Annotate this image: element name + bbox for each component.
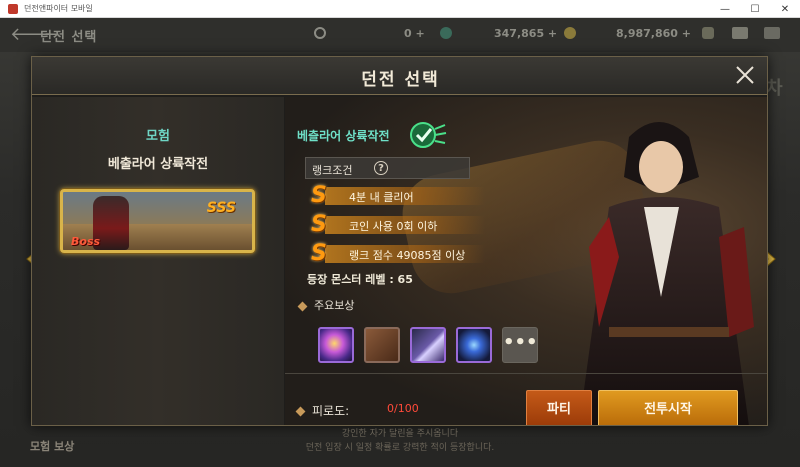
- condition-text: 랭크 점수 49085점 이상: [349, 249, 466, 262]
- selected-dungeon-name: 베츨라어 상륙작전: [297, 129, 390, 143]
- maximize-button[interactable]: ☐: [740, 0, 770, 18]
- background-notice-2: 던전 입장 시 일정 확률로 강력한 적이 등장합니다.: [305, 443, 495, 453]
- help-icon[interactable]: ?: [374, 161, 388, 175]
- inventory-icon[interactable]: [702, 27, 714, 39]
- crystal-item-icon[interactable]: [410, 327, 446, 363]
- diamond-bullet-icon: [297, 301, 308, 311]
- dungeon-select-dialog: 던전 선택 모험 베출라어 상륙작전 Boss SSS 베츨라어 상륙작전 랭크…: [31, 56, 768, 426]
- rank-condition-label: 랭크조건: [312, 164, 353, 177]
- close-window-button[interactable]: ✕: [770, 0, 800, 18]
- dungeon-info-panel: 모험 베출라어 상륙작전 Boss SSS: [32, 97, 284, 425]
- gem-icon: [440, 27, 452, 39]
- fatigue-label: 피로도:: [312, 404, 350, 418]
- party-button[interactable]: 파티: [526, 390, 592, 425]
- start-battle-button[interactable]: 전투시작: [598, 390, 738, 425]
- app-icon: [8, 3, 18, 14]
- currency-3[interactable]: 8,987,860 +: [616, 27, 691, 40]
- orb-item-icon[interactable]: [318, 327, 354, 363]
- monster-level: 등장 몬스터 레벨 : 65: [307, 273, 413, 286]
- main-reward-header: 주요보상: [297, 297, 355, 313]
- background-side-text: 차: [766, 78, 783, 99]
- diamond-bullet-icon: [295, 406, 306, 417]
- page-title: 던전 선택: [40, 30, 98, 45]
- more-rewards-button[interactable]: •••: [502, 327, 538, 363]
- moon-currency-icon: [314, 27, 326, 39]
- rank-condition-3: S 랭크 점수 49085점 이상: [311, 242, 501, 266]
- grade-badge: SSS: [206, 200, 236, 216]
- s-rank-icon: S: [311, 212, 327, 237]
- fatigue-value: 0/100: [387, 402, 419, 415]
- window-controls: — ☐ ✕: [710, 0, 800, 18]
- dungeon-thumbnail[interactable]: Boss SSS: [60, 189, 255, 253]
- divider: [285, 373, 767, 374]
- reward-items: •••: [318, 327, 538, 363]
- condition-text: 코인 사용 0회 이하: [349, 220, 438, 233]
- dialog-title: 던전 선택: [361, 70, 440, 90]
- dialog-header: 던전 선택: [32, 57, 767, 95]
- background-notice-1: 강인한 자가 달린을 주시옵니다: [341, 429, 459, 439]
- top-bar: 🡐 던전 선택 0 + 347,865 + 8,987,860 +: [0, 18, 800, 52]
- dungeon-name: 베출라어 상륙작전: [107, 157, 209, 172]
- chat-icon[interactable]: [764, 27, 780, 39]
- dungeon-detail-panel: 베츨라어 상륙작전 랭크조건 ? S 4분 내 클리어 S 코인 사용 0회 이…: [285, 97, 767, 425]
- hero-character-art: [579, 122, 754, 425]
- gold-coin-icon: [564, 27, 576, 39]
- rank-condition-2: S 코인 사용 0회 이하: [311, 213, 501, 237]
- currency-1[interactable]: 0 +: [404, 27, 425, 40]
- check-icon: [410, 122, 447, 148]
- s-rank-icon: S: [311, 241, 327, 266]
- window-titlebar: 던전앤파이터 모바일 — ☐ ✕: [0, 0, 800, 18]
- shard-item-icon[interactable]: [456, 327, 492, 363]
- window-title: 던전앤파이터 모바일: [24, 4, 93, 13]
- condition-text: 4분 내 클리어: [349, 191, 414, 204]
- currency-2[interactable]: 347,865 +: [494, 27, 557, 40]
- minimize-button[interactable]: —: [710, 0, 740, 18]
- mail-icon[interactable]: [732, 27, 748, 39]
- boss-tag: Boss: [71, 235, 101, 248]
- rank-condition-1: S 4분 내 클리어: [311, 184, 501, 208]
- rank-condition-header: 랭크조건 ?: [305, 157, 470, 179]
- close-icon[interactable]: [733, 63, 757, 87]
- s-rank-icon: S: [311, 183, 327, 208]
- scroll-item-icon[interactable]: [364, 327, 400, 363]
- fatigue-label-wrap: 피로도:: [295, 402, 350, 419]
- mode-label: 모험: [146, 129, 170, 144]
- game-area: 🡐 던전 선택 0 + 347,865 + 8,987,860 + 차 던전 선…: [0, 18, 800, 467]
- main-reward-label: 주요보상: [314, 299, 355, 312]
